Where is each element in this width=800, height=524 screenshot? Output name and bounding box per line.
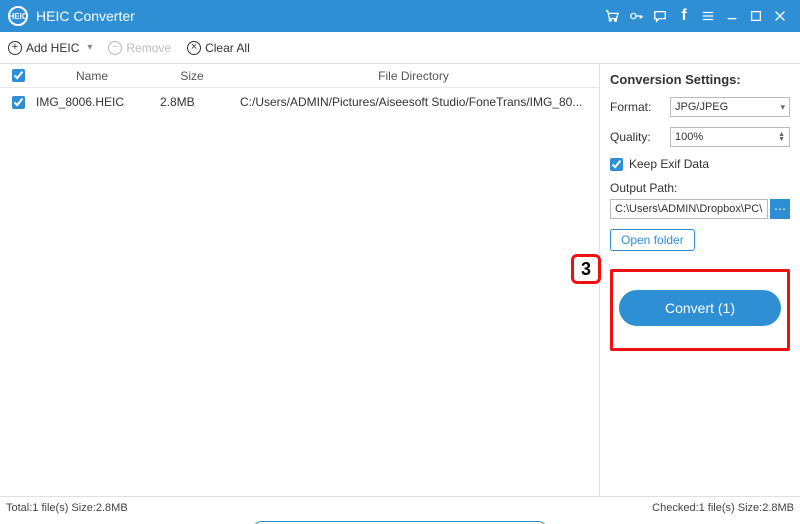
- quality-value: 100%: [675, 131, 703, 143]
- plus-icon: +: [8, 41, 22, 55]
- minimize-icon[interactable]: [720, 4, 744, 28]
- facebook-icon[interactable]: f: [672, 4, 696, 28]
- status-bar: Total:1 file(s) Size:2.8MB Checked:1 fil…: [0, 496, 800, 518]
- output-path-label: Output Path:: [610, 181, 790, 195]
- x-icon: ×: [187, 41, 201, 55]
- callout-highlight: 3 Convert (1): [610, 269, 790, 351]
- key-icon[interactable]: [624, 4, 648, 28]
- settings-heading: Conversion Settings:: [610, 72, 790, 87]
- settings-panel: Conversion Settings: Format: JPG/JPEG ▾ …: [600, 64, 800, 496]
- format-label: Format:: [610, 100, 670, 114]
- stepper-icon: ▲▼: [778, 132, 785, 142]
- row-size: 2.8MB: [152, 95, 232, 109]
- row-dir: C:/Users/ADMIN/Pictures/Aiseesoft Studio…: [232, 95, 595, 109]
- status-right: Checked:1 file(s) Size:2.8MB: [652, 502, 794, 514]
- col-dir: File Directory: [232, 69, 595, 83]
- promo-bar: Recover lost or deleted HEIC files on yo…: [0, 518, 800, 524]
- select-all-checkbox[interactable]: [12, 69, 25, 82]
- main-area: Name Size File Directory IMG_8006.HEIC 2…: [0, 64, 800, 496]
- chat-icon[interactable]: [648, 4, 672, 28]
- row-checkbox[interactable]: [12, 96, 25, 109]
- browse-button[interactable]: ⋯: [770, 199, 790, 219]
- remove-button: − Remove: [108, 41, 171, 55]
- minus-icon: −: [108, 41, 122, 55]
- file-list-panel: Name Size File Directory IMG_8006.HEIC 2…: [0, 64, 600, 496]
- output-path-field[interactable]: C:\Users\ADMIN\Dropbox\PC\: [610, 199, 768, 219]
- open-folder-button[interactable]: Open folder: [610, 229, 695, 251]
- col-name: Name: [32, 69, 152, 83]
- clear-all-button[interactable]: × Clear All: [187, 41, 250, 55]
- keep-exif-checkbox[interactable]: [610, 158, 623, 171]
- keep-exif-label: Keep Exif Data: [629, 157, 709, 171]
- close-icon[interactable]: [768, 4, 792, 28]
- toolbar: + Add HEIC ▾ − Remove × Clear All: [0, 32, 800, 64]
- callout-badge: 3: [571, 254, 601, 284]
- col-size: Size: [152, 69, 232, 83]
- add-heic-button[interactable]: + Add HEIC ▾: [8, 41, 92, 55]
- app-title: HEIC Converter: [36, 8, 135, 24]
- cart-icon[interactable]: [600, 4, 624, 28]
- quality-stepper[interactable]: 100% ▲▼: [670, 127, 790, 147]
- clear-all-label: Clear All: [205, 41, 250, 55]
- status-left: Total:1 file(s) Size:2.8MB: [6, 502, 128, 514]
- maximize-icon[interactable]: [744, 4, 768, 28]
- format-value: JPG/JPEG: [675, 101, 728, 113]
- quality-label: Quality:: [610, 130, 670, 144]
- app-logo-icon: HEIC: [8, 6, 28, 26]
- list-header: Name Size File Directory: [0, 64, 599, 88]
- chevron-down-icon: ▾: [780, 102, 785, 113]
- convert-button[interactable]: Convert (1): [619, 290, 781, 326]
- row-name: IMG_8006.HEIC: [32, 95, 152, 109]
- add-heic-label: Add HEIC: [26, 41, 79, 55]
- remove-label: Remove: [126, 41, 171, 55]
- table-row[interactable]: IMG_8006.HEIC 2.8MB C:/Users/ADMIN/Pictu…: [0, 88, 599, 116]
- titlebar: HEIC HEIC Converter f: [0, 0, 800, 32]
- chevron-down-icon[interactable]: ▾: [87, 42, 92, 53]
- menu-icon[interactable]: [696, 4, 720, 28]
- format-select[interactable]: JPG/JPEG ▾: [670, 97, 790, 117]
